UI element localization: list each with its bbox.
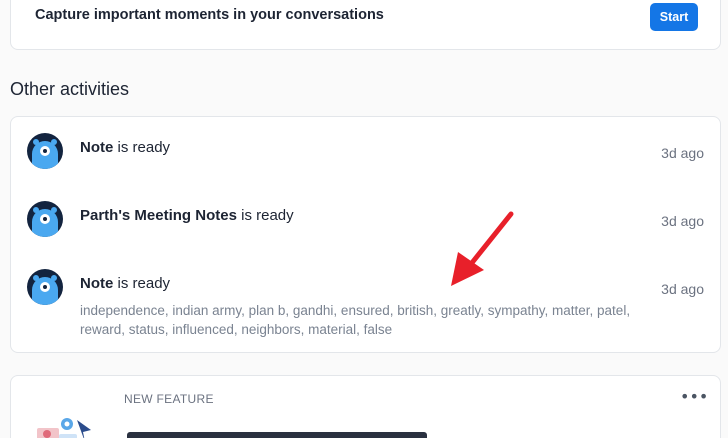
capture-prompt-text: Capture important moments in your conver… — [35, 7, 384, 23]
activity-status: is ready — [236, 207, 294, 224]
activities-list: Note is ready 3d ago Parth's Meeting Not… — [10, 116, 721, 353]
section-heading: Other activities — [10, 79, 130, 99]
activity-timestamp: 3d ago — [661, 281, 704, 297]
activity-status: is ready — [113, 139, 171, 156]
activity-keywords: independence, indian army, plan b, gandh… — [80, 303, 631, 337]
app-page: Capture important moments in your conver… — [0, 0, 728, 438]
activity-name: Note — [80, 139, 114, 156]
more-options-icon[interactable]: ••• — [680, 386, 708, 408]
capture-card: Capture important moments in your conver… — [10, 0, 721, 50]
otter-avatar-icon — [27, 133, 63, 169]
feature-illustration-icon — [37, 418, 91, 438]
activity-timestamp: 3d ago — [661, 213, 704, 229]
otter-avatar-icon — [27, 269, 63, 305]
start-button[interactable]: Start — [650, 3, 698, 31]
activity-title[interactable]: Note is ready — [80, 139, 170, 156]
otter-avatar-icon — [27, 201, 63, 237]
feature-label: NEW FEATURE — [124, 392, 214, 406]
new-feature-card: NEW FEATURE ••• — [10, 375, 721, 438]
activity-name: Parth's Meeting Notes — [80, 207, 237, 224]
activity-title[interactable]: Parth's Meeting Notes is ready — [80, 207, 294, 224]
activity-name: Note — [80, 275, 114, 292]
activity-title[interactable]: Note is ready — [80, 275, 170, 292]
activity-status: is ready — [113, 275, 171, 292]
activity-timestamp: 3d ago — [661, 145, 704, 161]
feature-title-partial — [127, 432, 427, 438]
